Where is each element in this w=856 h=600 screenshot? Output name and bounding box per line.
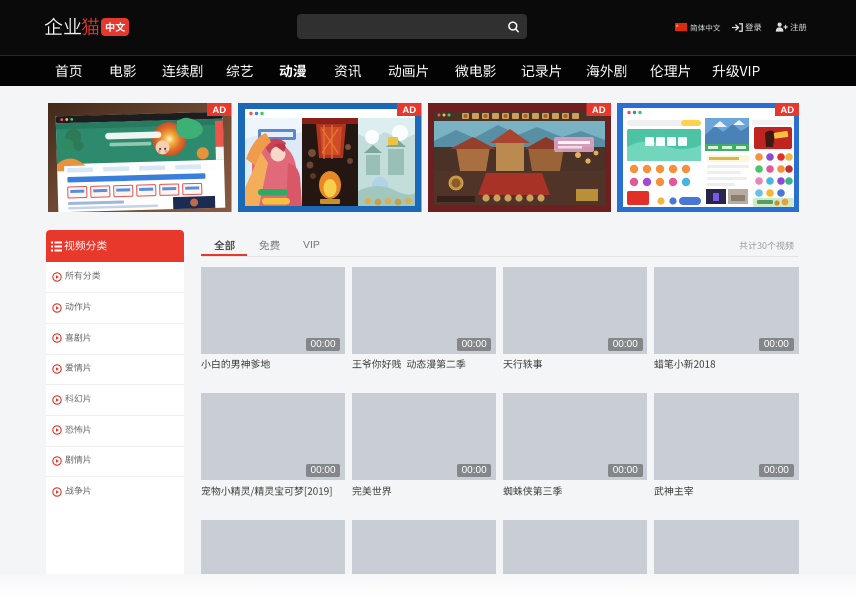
svg-text:AD: AD xyxy=(212,105,226,116)
svg-text:AD: AD xyxy=(592,105,606,116)
svg-text:AD: AD xyxy=(402,105,416,116)
svg-text:AD: AD xyxy=(780,105,794,116)
